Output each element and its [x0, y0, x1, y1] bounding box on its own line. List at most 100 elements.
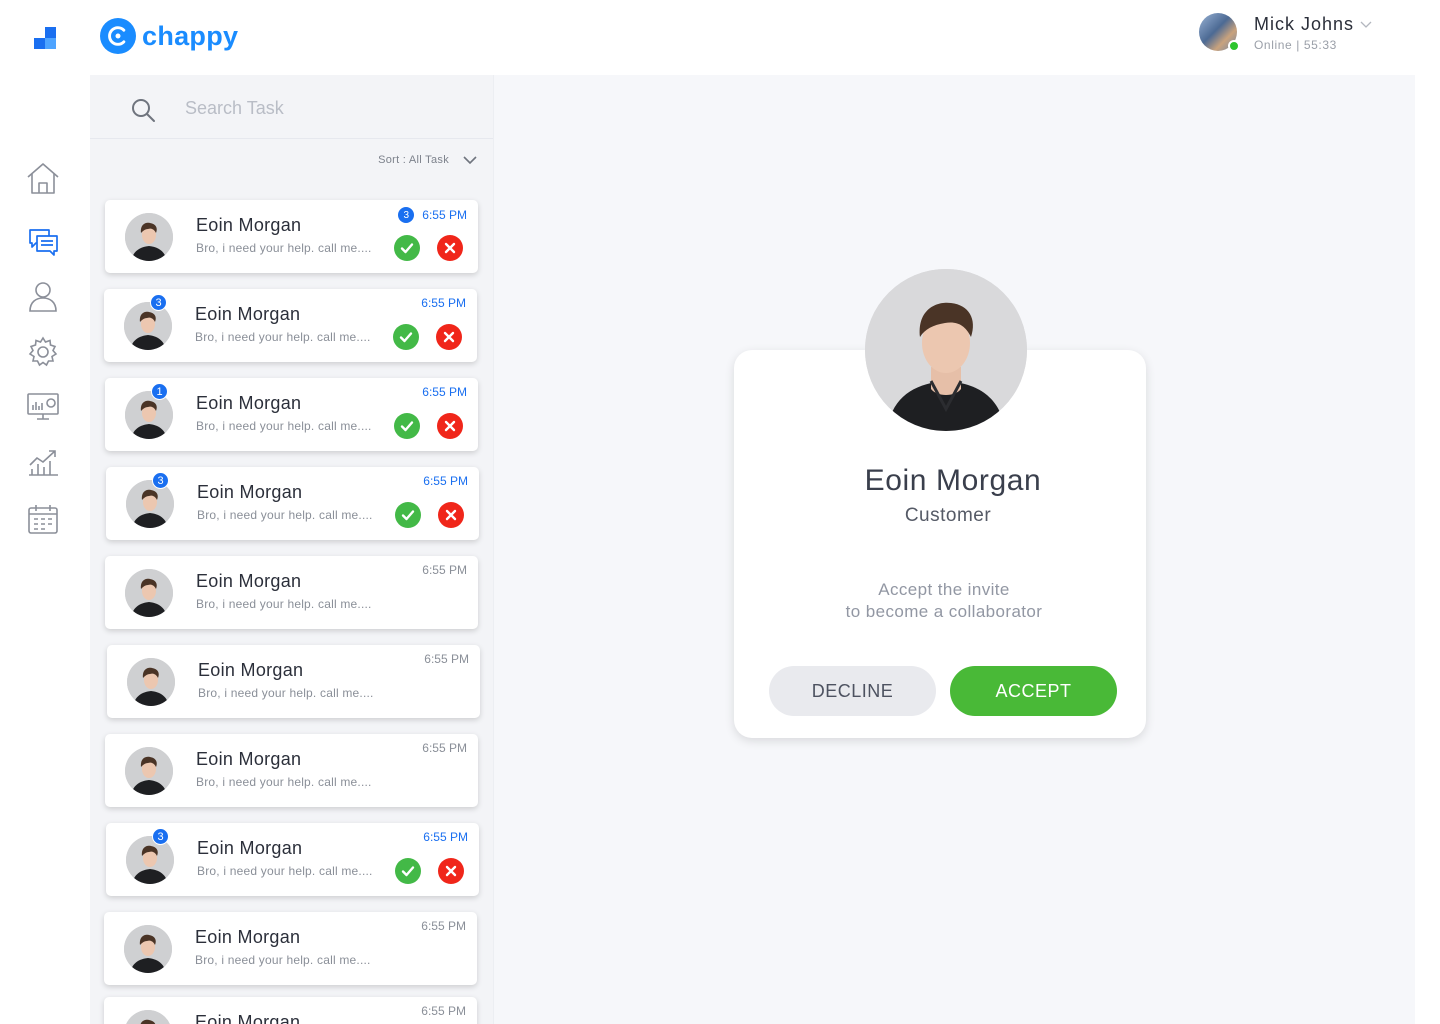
nav-growth-chart-icon[interactable] [24, 444, 62, 482]
unread-count-badge: 3 [152, 472, 169, 489]
reject-x-icon[interactable] [437, 235, 463, 261]
search-icon[interactable] [130, 97, 156, 123]
decline-button[interactable]: DECLINE [769, 666, 936, 716]
modal-message-line-1: Accept the invite [878, 580, 1010, 599]
task-time-wrap: 3 6:55 PM [398, 207, 467, 223]
task-time-wrap: 6:55 PM [423, 830, 468, 844]
task-card[interactable]: Eoin MorganBro, i need your help. call m… [104, 912, 477, 985]
modal-contact-role: Customer [904, 505, 992, 526]
user-status-text: Online | 55:33 [1254, 38, 1337, 52]
sort-dropdown[interactable]: Sort : All Task [378, 154, 477, 166]
brand-name: chappy [142, 20, 239, 51]
task-avatar [124, 1010, 172, 1024]
task-time: 6:55 PM [421, 919, 466, 933]
brand-logo-icon [100, 18, 136, 54]
sort-label: Sort : All Task [378, 154, 449, 166]
task-card[interactable]: 3 Eoin Morgan Bro, i need your help. call … [106, 467, 479, 540]
task-time-wrap: 6:55 PM [422, 563, 467, 577]
task-card[interactable]: Eoin Morgan Bro, i need your help. call m… [105, 200, 478, 273]
task-card[interactable]: Eoin Morgan Bro, i need your help. call m… [105, 734, 478, 807]
task-contact-name: Eoin Morgan [196, 749, 302, 769]
task-contact-name: Eoin Morgan [197, 482, 303, 502]
online-status-dot [1228, 40, 1240, 52]
unread-count-badge: 3 [150, 294, 167, 311]
main-area: Sort : All Task Eoin Morgan Bro, i need y… [90, 75, 1415, 1024]
modal-avatar [865, 269, 1027, 431]
task-time-wrap: 6:55 PM [421, 1004, 466, 1018]
approve-check-icon[interactable] [393, 324, 419, 350]
reject-x-icon[interactable] [438, 502, 464, 528]
user-avatar[interactable] [1199, 13, 1240, 52]
modal-message-line-2: to become a collaborator [845, 602, 1043, 621]
chevron-down-icon [463, 155, 477, 164]
task-message-preview: Bro, i need your help. call me.... [197, 508, 373, 522]
modal-message: Accept the invite to become a collaborat… [734, 579, 1146, 623]
nav-calendar-icon[interactable] [24, 500, 62, 538]
task-message-preview: Bro, i need your help. call me.... [195, 330, 371, 344]
approve-check-icon[interactable] [395, 502, 421, 528]
task-time: 6:55 PM [421, 296, 466, 310]
task-avatar [125, 569, 173, 617]
task-card[interactable]: 1 Eoin Morgan Bro, i need your help. call … [105, 378, 478, 451]
accept-button[interactable]: ACCEPT [950, 666, 1117, 716]
task-time: 6:55 PM [422, 741, 467, 755]
sidebar [0, 0, 90, 1024]
task-list-panel: Sort : All Task Eoin Morgan Bro, i need y… [90, 75, 494, 1024]
approve-check-icon[interactable] [395, 858, 421, 884]
task-time: 6:55 PM [423, 474, 468, 488]
task-contact-name: Eoin Morgan [198, 660, 304, 680]
task-card[interactable]: Eoin Morgan Bro, i need your help. call m… [105, 556, 478, 629]
task-time: 6:55 PM [424, 652, 469, 666]
modal-contact-name: Eoin Morgan [864, 464, 1042, 497]
unread-count-badge: 3 [398, 207, 415, 223]
reject-x-icon[interactable] [436, 324, 462, 350]
task-avatar [125, 747, 173, 795]
task-avatar [127, 658, 175, 706]
reject-x-icon[interactable] [437, 413, 463, 439]
search-input[interactable] [185, 98, 465, 119]
reject-x-icon[interactable] [438, 858, 464, 884]
user-name: Mick Johns [1254, 14, 1355, 34]
nav-home-icon[interactable] [24, 159, 62, 197]
task-card[interactable]: 3 Eoin Morgan Bro, i need your help. call … [104, 289, 477, 362]
task-time-wrap: 6:55 PM [421, 296, 466, 310]
task-avatar [126, 836, 174, 884]
task-time-wrap: 6:55 PM [422, 741, 467, 755]
brand[interactable]: chappy [100, 17, 238, 55]
task-time: 6:55 PM [422, 563, 467, 577]
task-contact-name: Eoin Morgan [196, 571, 302, 591]
chevron-down-icon[interactable] [1360, 21, 1372, 29]
task-message-preview: Bro, i need your help. call me.... [196, 241, 372, 255]
task-time: 6:55 PM [422, 208, 467, 222]
user-menu[interactable]: Mick Johns Online | 55:33 [1199, 13, 1372, 52]
search-bar [90, 75, 493, 139]
unread-count-badge: 3 [152, 828, 169, 845]
task-contact-name: Eoin Morgan [197, 838, 303, 858]
task-time: 6:55 PM [423, 830, 468, 844]
task-time-wrap: 6:55 PM [424, 652, 469, 666]
task-time-wrap: 6:55 PM [421, 919, 466, 933]
task-message-preview: Bro, i need your help. call me.... [195, 953, 371, 967]
task-message-preview: Bro, i need your help. call me.... [196, 597, 372, 611]
unread-count-badge: 1 [151, 383, 168, 400]
app-logo-icon[interactable] [34, 27, 58, 51]
task-card[interactable]: Eoin MorganBro, i need your help. call m… [104, 997, 477, 1024]
task-avatar [124, 302, 172, 350]
task-contact-name: Eoin Morgan [195, 304, 301, 324]
nav-chat-icon[interactable] [24, 221, 62, 259]
approve-check-icon[interactable] [394, 413, 420, 439]
task-contact-name: Eoin Morgan [195, 1012, 301, 1024]
nav-settings-icon[interactable] [24, 333, 62, 371]
task-contact-name: Eoin Morgan [196, 215, 302, 235]
approve-check-icon[interactable] [394, 235, 420, 261]
task-time: 6:55 PM [421, 1004, 466, 1018]
task-card[interactable]: 3 Eoin Morgan Bro, i need your help. call … [106, 823, 479, 896]
task-avatar [126, 480, 174, 528]
nav-user-icon[interactable] [24, 277, 62, 315]
task-avatar [125, 391, 173, 439]
nav-monitor-chart-icon[interactable] [24, 387, 62, 425]
task-card[interactable]: Eoin MorganBro, i need your help. call m… [107, 645, 480, 718]
task-message-preview: Bro, i need your help. call me.... [196, 775, 372, 789]
task-avatar [125, 213, 173, 261]
task-contact-name: Eoin Morgan [196, 393, 302, 413]
